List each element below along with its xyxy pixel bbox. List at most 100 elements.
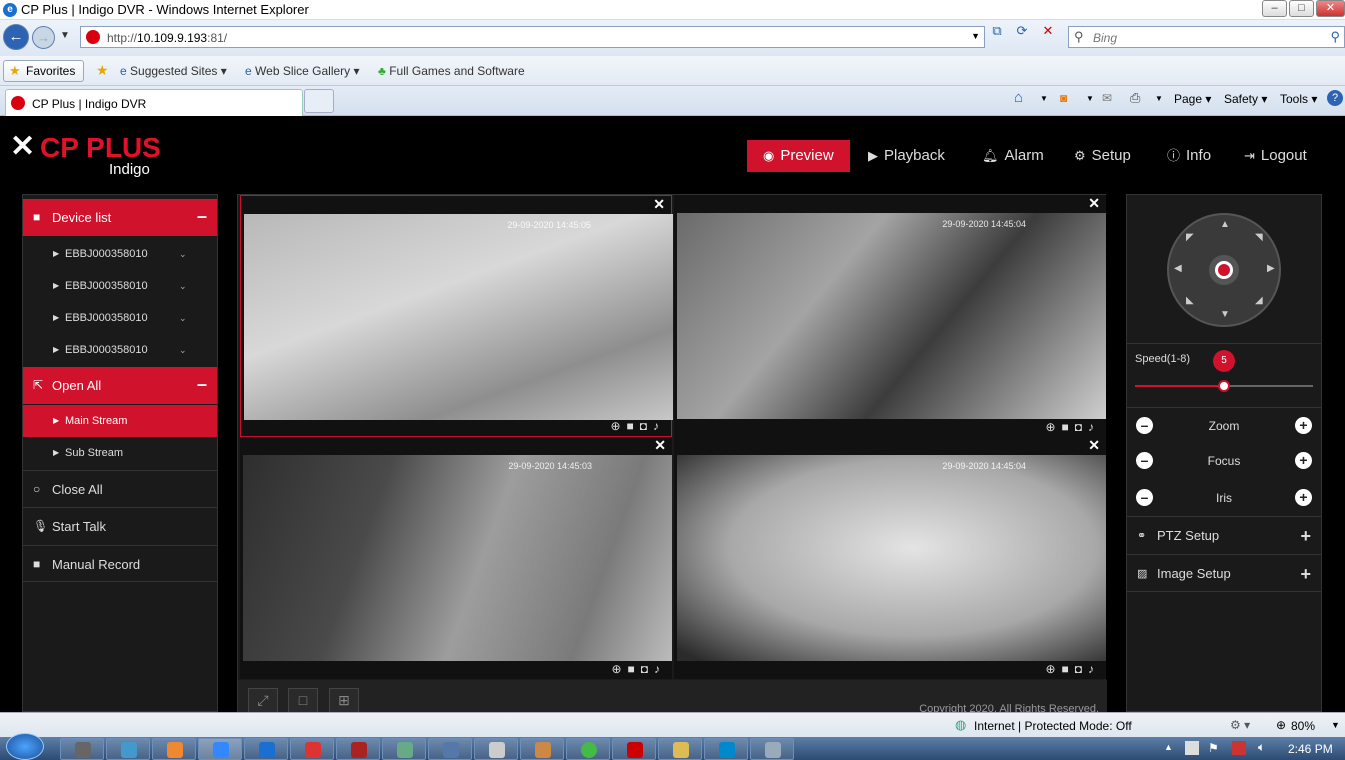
expand-icon[interactable]: + <box>1300 517 1311 555</box>
taskbar-app[interactable] <box>566 738 610 760</box>
manual-record-button[interactable]: ■ Manual Record <box>23 545 217 582</box>
fav-link-suggested-sites[interactable]: e Suggested Sites ▾ <box>120 64 227 78</box>
zoom-level[interactable]: 80% <box>1291 719 1315 733</box>
iris-plus-icon[interactable]: + <box>1295 489 1312 506</box>
nav-setup[interactable]: ⚙ Setup <box>1074 140 1131 172</box>
forward-button[interactable]: → <box>32 26 55 49</box>
ptz-left-icon[interactable]: ◀ <box>1174 263 1182 274</box>
device-item[interactable]: ▶ EBBJ000358010 ⌄ <box>23 238 217 270</box>
close-icon[interactable]: ✕ <box>653 196 665 213</box>
device-item[interactable]: ▶ EBBJ000358010 ⌄ <box>23 270 217 302</box>
network-icon[interactable] <box>1185 741 1199 755</box>
snapshot-icon[interactable]: ◘ <box>641 662 654 676</box>
close-all-button[interactable]: ○ Close All <box>23 470 217 507</box>
recent-pages-dropdown[interactable]: ▼ <box>60 30 70 41</box>
stop-icon[interactable]: ✕ <box>1039 23 1057 39</box>
print-icon[interactable]: ⎙ <box>1130 90 1140 106</box>
single-view-icon[interactable]: □ <box>288 688 318 713</box>
collapse-icon[interactable]: – <box>197 366 207 403</box>
zoom-in-icon[interactable]: + <box>1295 417 1312 434</box>
show-hidden-icons[interactable]: ▲ <box>1164 742 1173 752</box>
chevron-down-icon[interactable]: ⌄ <box>179 334 187 366</box>
compatibility-view-icon[interactable]: ⧉ <box>988 23 1006 39</box>
audio-icon[interactable]: ♪ <box>1088 662 1100 676</box>
page-menu[interactable]: Page ▾ <box>1174 92 1211 106</box>
nav-logout[interactable]: ⇥ Logout <box>1244 140 1307 172</box>
fav-link-web-slice-gallery[interactable]: e Web Slice Gallery ▾ <box>245 64 360 78</box>
tray-app-icon[interactable] <box>1232 741 1246 755</box>
open-all-header[interactable]: ⇱ Open All – <box>23 367 217 404</box>
chevron-down-icon[interactable]: ⌄ <box>179 270 187 302</box>
clock[interactable]: 2:46 PM <box>1288 742 1333 756</box>
search-go-icon[interactable]: ⚲ <box>1330 29 1340 45</box>
taskbar-app[interactable] <box>336 738 380 760</box>
ptz-center-button[interactable] <box>1209 255 1239 285</box>
record-icon[interactable]: ■ <box>627 419 640 433</box>
ptz-joystick[interactable]: ▲ ▼ ◀ ▶ ◤ ◥ ◣ ◢ <box>1167 213 1281 327</box>
ptz-up-icon[interactable]: ▲ <box>1220 219 1230 230</box>
focus-plus-icon[interactable]: + <box>1295 452 1312 469</box>
taskbar-app[interactable] <box>750 738 794 760</box>
taskbar-app[interactable] <box>612 738 656 760</box>
fullscreen-icon[interactable]: ⤢ <box>248 688 278 713</box>
record-icon[interactable]: ■ <box>628 662 641 676</box>
close-icon[interactable]: ✕ <box>1088 437 1100 454</box>
fav-link-full-games[interactable]: ♣ Full Games and Software <box>378 64 525 78</box>
add-ons-icon[interactable]: ⚙ ▾ <box>1230 718 1250 732</box>
speed-slider[interactable]: 5 <box>1135 350 1313 392</box>
taskbar-app[interactable] <box>520 738 564 760</box>
close-icon[interactable]: ✕ <box>654 437 666 454</box>
quad-view-icon[interactable]: ⊞ <box>329 688 359 713</box>
add-favorite-icon[interactable]: ★ <box>96 62 109 79</box>
safety-menu[interactable]: Safety ▾ <box>1224 92 1267 106</box>
audio-icon[interactable]: ♪ <box>1088 420 1100 434</box>
zoom-icon[interactable]: ⊕ <box>1045 662 1061 676</box>
new-tab-button[interactable] <box>304 89 334 113</box>
address-bar[interactable]: http://10.109.9.193:81/ ▼ <box>80 26 985 48</box>
tab-cp-plus[interactable]: CP Plus | Indigo DVR <box>5 89 303 116</box>
refresh-icon[interactable]: ⟳ <box>1013 23 1031 39</box>
favorites-button[interactable]: ★ Favorites <box>3 60 85 82</box>
video-tile[interactable]: 29-09-2020 14:45:05 ✕ ⊕■◘♪ <box>240 195 673 437</box>
mail-icon[interactable]: ✉ <box>1102 91 1112 105</box>
volume-icon[interactable]: 🔈︎ <box>1258 740 1265 755</box>
taskbar-app[interactable] <box>474 738 518 760</box>
nav-alarm[interactable]: 🔔︎ Alarm <box>982 140 1044 172</box>
ptz-setup-section[interactable]: ⚭ PTZ Setup + <box>1127 516 1321 554</box>
search-input[interactable]: ⚲ Bing ⚲ <box>1068 26 1345 48</box>
chevron-down-icon[interactable]: ⌄ <box>179 238 187 270</box>
taskbar-app[interactable] <box>290 738 334 760</box>
taskbar-app[interactable] <box>244 738 288 760</box>
snapshot-icon[interactable]: ◘ <box>1075 420 1088 434</box>
device-list-header[interactable]: ■ Device list – <box>23 199 217 236</box>
taskbar-ie[interactable] <box>198 738 242 760</box>
feeds-dropdown-icon[interactable]: ▼ <box>1086 94 1094 103</box>
nav-info[interactable]: ⓘ Info <box>1167 140 1211 172</box>
taskbar-app[interactable] <box>382 738 426 760</box>
start-talk-button[interactable]: 🎙︎ Start Talk <box>23 507 217 544</box>
chevron-down-icon[interactable]: ⌄ <box>179 302 187 334</box>
zoom-icon[interactable]: ⊕ <box>610 419 626 433</box>
home-dropdown-icon[interactable]: ▼ <box>1040 94 1048 103</box>
audio-icon[interactable]: ♪ <box>654 662 666 676</box>
help-icon[interactable]: ? <box>1327 90 1343 106</box>
ptz-right-icon[interactable]: ▶ <box>1267 263 1275 274</box>
feeds-icon[interactable]: ◙ <box>1060 91 1067 105</box>
main-stream-item[interactable]: ▶ Main Stream <box>23 405 217 437</box>
ptz-up-right-icon[interactable]: ◥ <box>1255 232 1263 243</box>
ptz-down-right-icon[interactable]: ◢ <box>1255 295 1263 306</box>
taskbar-app[interactable] <box>428 738 472 760</box>
device-item[interactable]: ▶ EBBJ000358010 ⌄ <box>23 302 217 334</box>
start-button[interactable] <box>6 733 44 760</box>
device-item[interactable]: ▶ EBBJ000358010 ⌄ <box>23 334 217 366</box>
zoom-icon[interactable]: ⊕ <box>1045 420 1061 434</box>
print-dropdown-icon[interactable]: ▼ <box>1155 94 1163 103</box>
nav-playback[interactable]: ▶ Playback <box>868 140 945 172</box>
taskbar-app[interactable] <box>106 738 150 760</box>
image-setup-section[interactable]: ▨ Image Setup + <box>1127 554 1321 592</box>
snapshot-icon[interactable]: ◘ <box>1075 662 1088 676</box>
snapshot-icon[interactable]: ◘ <box>640 419 653 433</box>
home-icon[interactable]: ⌂ <box>1014 89 1023 106</box>
back-button[interactable]: ← <box>3 24 29 50</box>
video-tile[interactable]: 29-09-2020 14:45:03 ✕ ⊕■◘♪ <box>240 437 672 679</box>
